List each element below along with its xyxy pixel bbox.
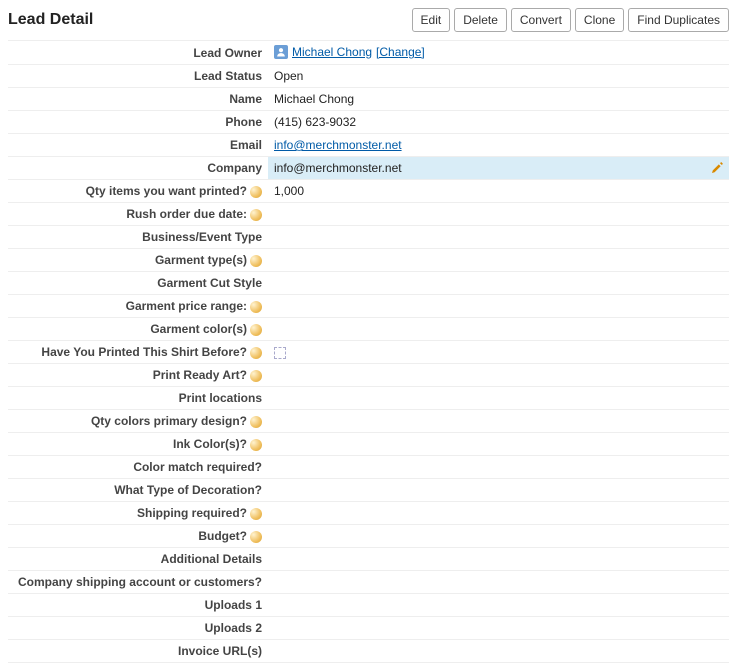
email-label: Email bbox=[8, 134, 268, 157]
shipping-account-label: Company shipping account or customers? bbox=[8, 571, 268, 594]
additional-details-label: Additional Details bbox=[8, 548, 268, 571]
rush-order-value bbox=[268, 203, 729, 226]
phone-label: Phone bbox=[8, 111, 268, 134]
help-icon[interactable] bbox=[250, 347, 262, 359]
header-buttons: Edit Delete Convert Clone Find Duplicate… bbox=[412, 8, 729, 32]
lead-status-label: Lead Status bbox=[8, 65, 268, 88]
uploads1-label: Uploads 1 bbox=[8, 594, 268, 617]
print-locations-label: Print locations bbox=[8, 387, 268, 410]
color-match-value bbox=[268, 456, 729, 479]
additional-details-value bbox=[268, 548, 729, 571]
lead-owner-value: Michael Chong [Change] bbox=[268, 41, 729, 65]
ink-colors-label: Ink Color(s)? bbox=[8, 433, 268, 456]
delete-button[interactable]: Delete bbox=[454, 8, 507, 32]
qty-items-value: 1,000 bbox=[268, 180, 729, 203]
change-owner-link[interactable]: [Change] bbox=[376, 45, 425, 59]
color-match-label: Color match required? bbox=[8, 456, 268, 479]
lead-owner-link[interactable]: Michael Chong bbox=[292, 45, 372, 59]
shipping-account-value bbox=[268, 571, 729, 594]
name-value: Michael Chong bbox=[268, 88, 729, 111]
uploads2-label: Uploads 2 bbox=[8, 617, 268, 640]
shipping-required-value bbox=[268, 502, 729, 525]
garment-colors-label: Garment color(s) bbox=[8, 318, 268, 341]
decoration-type-label: What Type of Decoration? bbox=[8, 479, 268, 502]
help-icon[interactable] bbox=[250, 508, 262, 520]
help-icon[interactable] bbox=[250, 186, 262, 198]
find-duplicates-button[interactable]: Find Duplicates bbox=[628, 8, 729, 32]
budget-label: Budget? bbox=[8, 525, 268, 548]
qty-items-label: Qty items you want printed? bbox=[8, 180, 268, 203]
email-value: info@merchmonster.net bbox=[268, 134, 729, 157]
company-label: Company bbox=[8, 157, 268, 180]
help-icon[interactable] bbox=[250, 370, 262, 382]
email-link[interactable]: info@merchmonster.net bbox=[274, 138, 402, 152]
budget-value bbox=[268, 525, 729, 548]
decoration-type-value bbox=[268, 479, 729, 502]
phone-value: (415) 623-9032 bbox=[268, 111, 729, 134]
rush-order-label: Rush order due date: bbox=[8, 203, 268, 226]
garment-types-label: Garment type(s) bbox=[8, 249, 268, 272]
business-event-type-label: Business/Event Type bbox=[8, 226, 268, 249]
print-ready-art-label: Print Ready Art? bbox=[8, 364, 268, 387]
checkbox-placeholder-icon bbox=[274, 347, 286, 359]
garment-price-range-value bbox=[268, 295, 729, 318]
printed-before-value bbox=[268, 341, 729, 364]
lead-owner-label: Lead Owner bbox=[8, 41, 268, 65]
page-title: Lead Detail bbox=[8, 11, 93, 29]
garment-price-range-label: Garment price range: bbox=[8, 295, 268, 318]
lead-detail-table: Lead Owner Michael Chong [Change] Lead S… bbox=[8, 40, 729, 663]
print-ready-art-value bbox=[268, 364, 729, 387]
help-icon[interactable] bbox=[250, 439, 262, 451]
help-icon[interactable] bbox=[250, 324, 262, 336]
edit-button[interactable]: Edit bbox=[412, 8, 451, 32]
help-icon[interactable] bbox=[250, 301, 262, 313]
edit-pencil-icon[interactable] bbox=[711, 162, 723, 174]
company-value[interactable]: info@merchmonster.net bbox=[268, 157, 729, 180]
uploads2-value bbox=[268, 617, 729, 640]
business-event-type-value bbox=[268, 226, 729, 249]
name-label: Name bbox=[8, 88, 268, 111]
person-icon bbox=[274, 45, 288, 59]
garment-cut-style-label: Garment Cut Style bbox=[8, 272, 268, 295]
convert-button[interactable]: Convert bbox=[511, 8, 571, 32]
lead-status-value: Open bbox=[268, 65, 729, 88]
printed-before-label: Have You Printed This Shirt Before? bbox=[8, 341, 268, 364]
shipping-required-label: Shipping required? bbox=[8, 502, 268, 525]
garment-types-value bbox=[268, 249, 729, 272]
print-locations-value bbox=[268, 387, 729, 410]
garment-cut-style-value bbox=[268, 272, 729, 295]
help-icon[interactable] bbox=[250, 531, 262, 543]
help-icon[interactable] bbox=[250, 255, 262, 267]
invoice-urls-value bbox=[268, 640, 729, 663]
clone-button[interactable]: Clone bbox=[575, 8, 624, 32]
garment-colors-value bbox=[268, 318, 729, 341]
company-text: info@merchmonster.net bbox=[274, 161, 402, 175]
qty-colors-primary-label: Qty colors primary design? bbox=[8, 410, 268, 433]
lead-detail-header: Lead Detail Edit Delete Convert Clone Fi… bbox=[8, 4, 729, 40]
qty-colors-primary-value bbox=[268, 410, 729, 433]
uploads1-value bbox=[268, 594, 729, 617]
invoice-urls-label: Invoice URL(s) bbox=[8, 640, 268, 663]
help-icon[interactable] bbox=[250, 209, 262, 221]
help-icon[interactable] bbox=[250, 416, 262, 428]
ink-colors-value bbox=[268, 433, 729, 456]
